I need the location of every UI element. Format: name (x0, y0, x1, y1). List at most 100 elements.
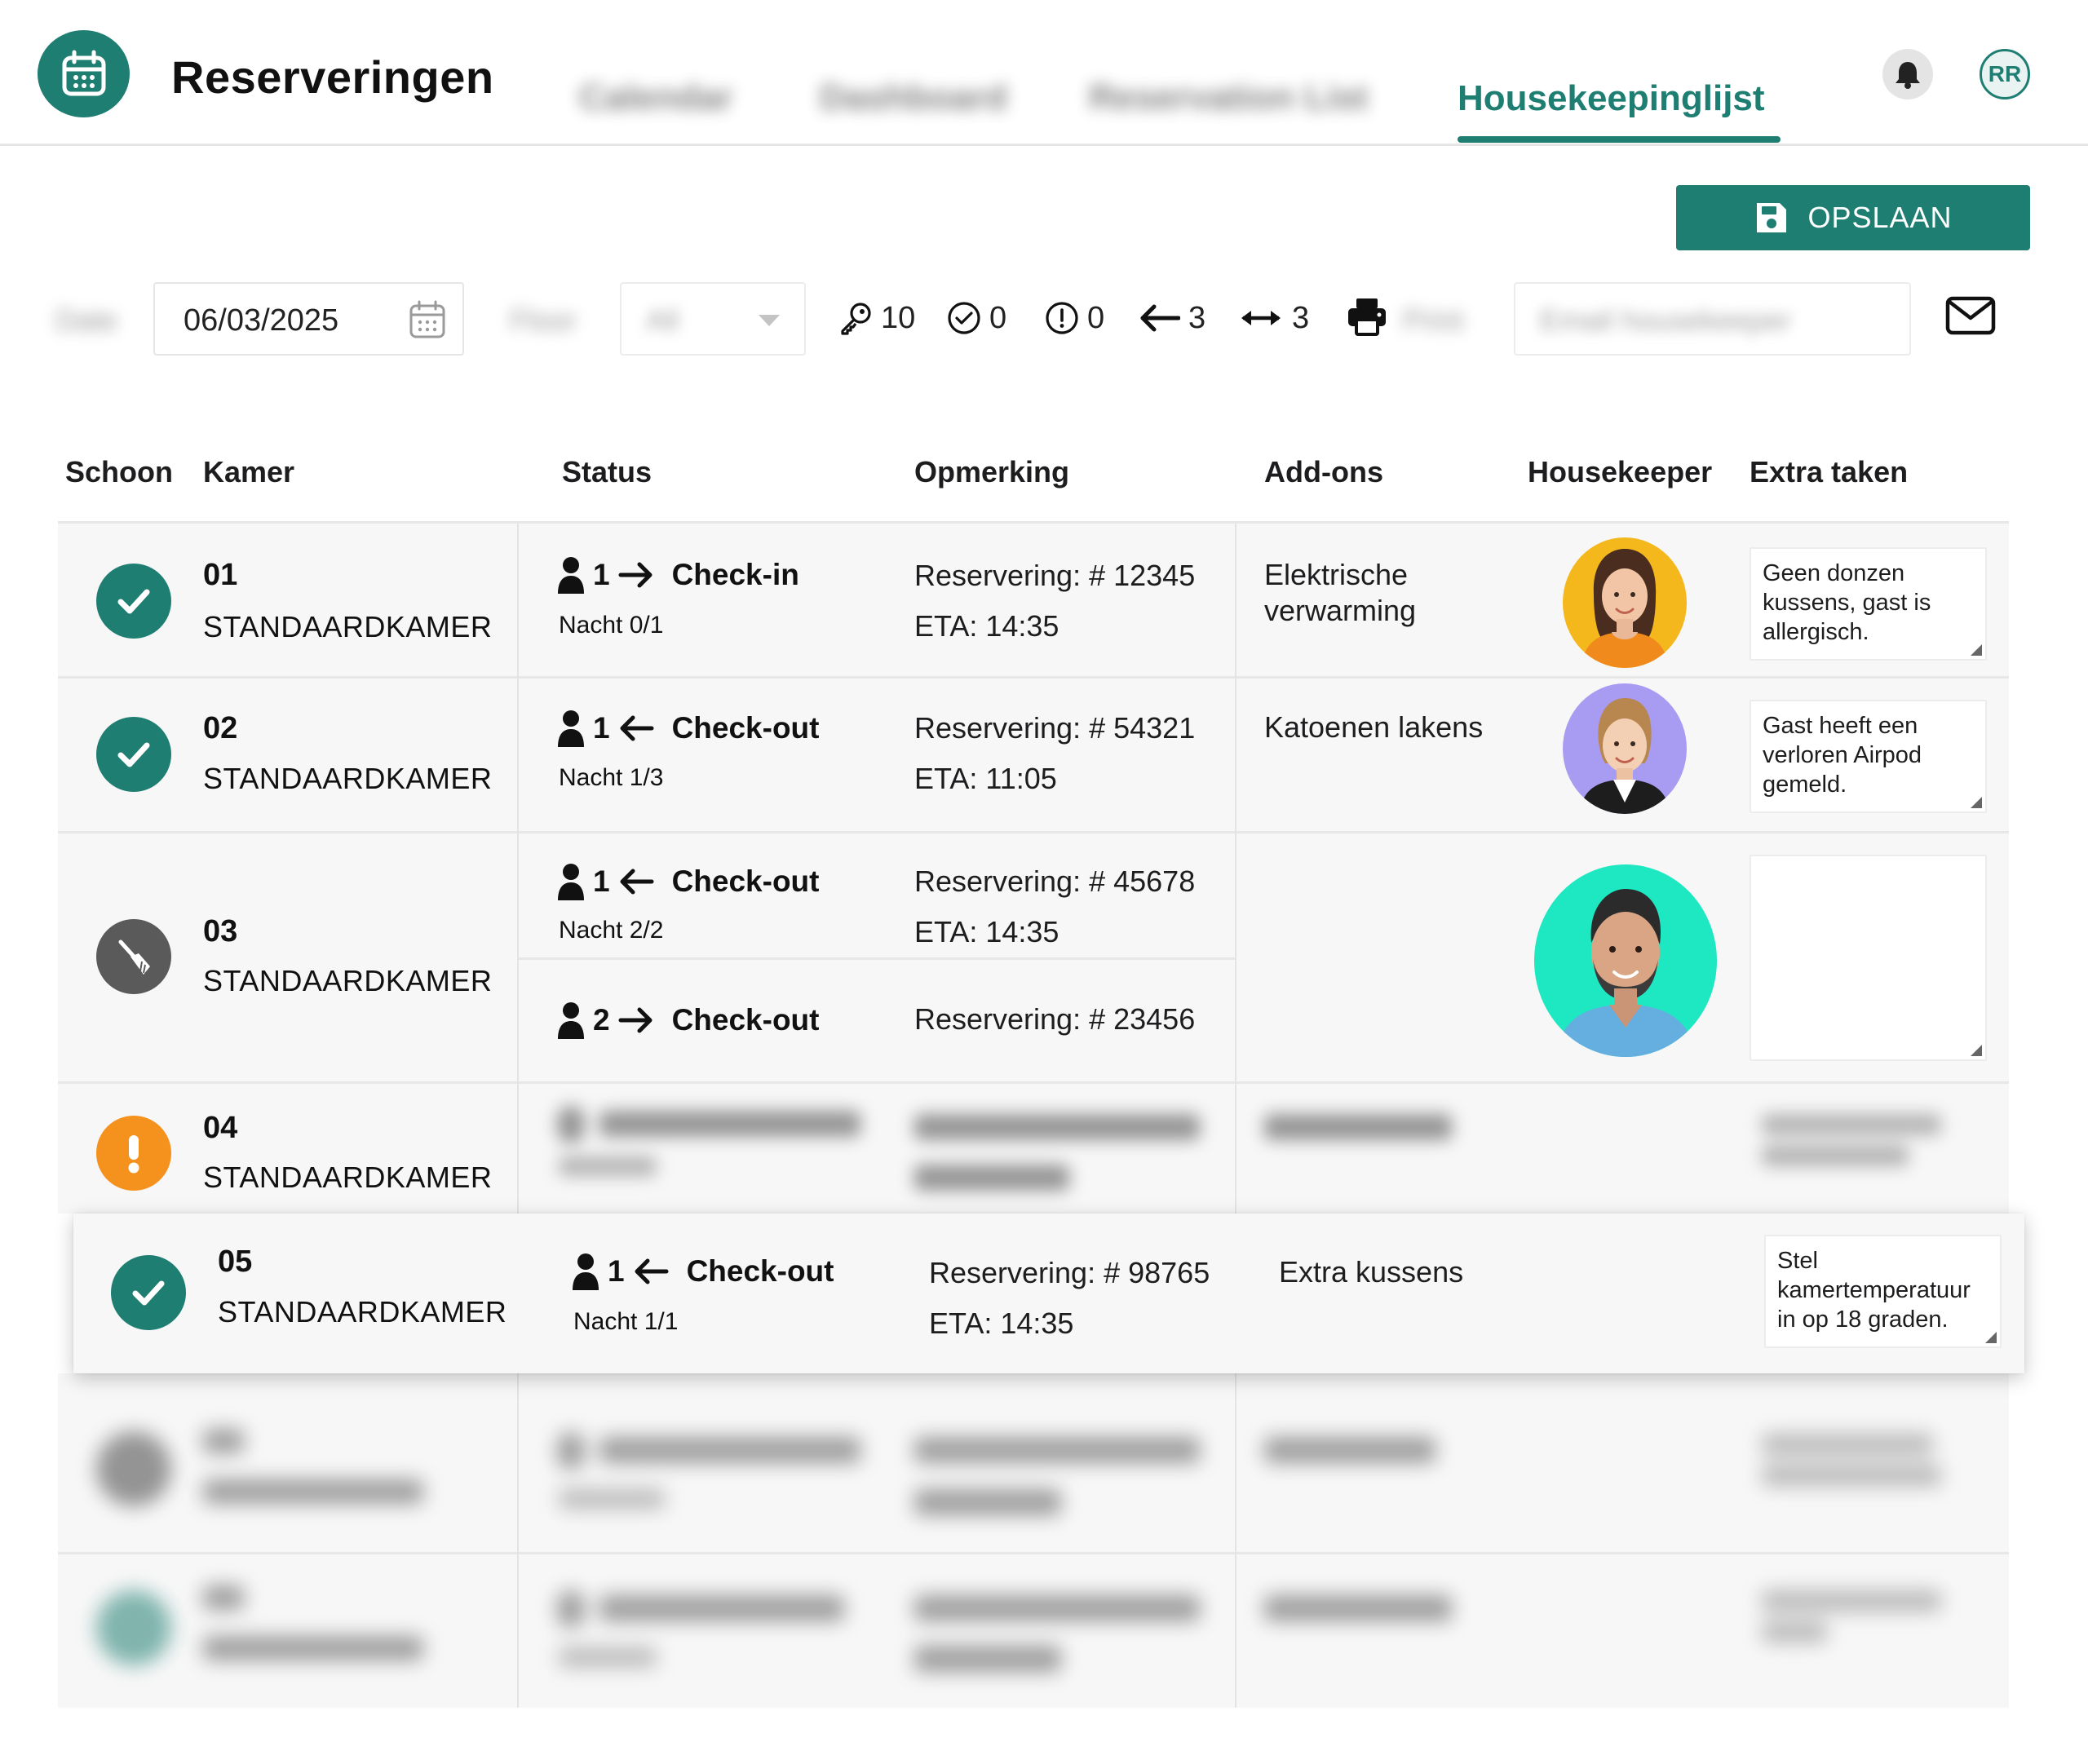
arrow-left-icon (1140, 304, 1180, 332)
obscured-text (1762, 1145, 1909, 1166)
extra-task-text: Stel kamertemperatuur in op 18 graden. (1777, 1248, 1971, 1333)
clean-check-icon[interactable] (96, 717, 171, 792)
exclamation-icon[interactable] (96, 1116, 171, 1191)
extra-task-field[interactable]: Stel kamertemperatuur in op 18 graden. (1764, 1235, 2002, 1348)
save-button[interactable]: OPSLAAN (1676, 185, 2030, 250)
extra-task-field[interactable]: Gast heeft een verloren Airpod gemeld. (1750, 700, 1987, 813)
room-type: STANDAARDKAMER (203, 1161, 493, 1194)
obscured-text (1264, 1437, 1436, 1463)
person-icon (558, 864, 584, 900)
print-label[interactable]: Print (1403, 303, 1463, 338)
extra-task-field[interactable] (1750, 855, 1987, 1061)
column-divider (517, 524, 519, 1708)
status-circle-icon (96, 1431, 171, 1506)
floor-select[interactable]: All (620, 282, 806, 356)
date-field[interactable]: 06/03/2025 (153, 282, 464, 356)
status-label: Check-out (671, 1003, 820, 1037)
extra-task-field[interactable]: Geen donzen kussens, gast is allergisch. (1750, 547, 1987, 661)
obscured-text (1264, 1114, 1452, 1140)
table-divider (519, 957, 1235, 960)
eta: ETA: 14:35 (929, 1306, 1074, 1340)
keys-count: 10 (881, 300, 916, 335)
room-type: STANDAARDKAMER (203, 964, 493, 997)
housekeeper-avatar[interactable] (1563, 683, 1687, 814)
resize-handle-icon[interactable] (1971, 797, 1982, 808)
obscured-text (559, 1647, 657, 1667)
obscured-text (914, 1646, 1061, 1672)
table-divider (58, 831, 2009, 833)
guest-count: 1 (608, 1254, 625, 1288)
extra-task-text: Gast heeft een verloren Airpod gemeld. (1763, 713, 1922, 798)
resize-handle-icon[interactable] (1985, 1332, 1997, 1343)
stayovers-stat: 3 (1238, 298, 1309, 338)
eta: ETA: 11:05 (914, 762, 1057, 795)
room-type: STANDAARDKAMER (218, 1295, 507, 1329)
clean-stat: 0 (947, 298, 1006, 338)
person-icon (573, 1253, 599, 1290)
obscured-text (599, 1111, 860, 1137)
addons: Extra kussens (1279, 1255, 1464, 1289)
table-row-05[interactable]: 05 STANDAARDKAMER 1 Check-out Nacht 1/1 … (73, 1214, 2024, 1373)
printer-icon[interactable] (1346, 295, 1388, 342)
chevron-down-icon (759, 315, 780, 326)
bell-icon[interactable] (1882, 49, 1933, 99)
envelope-icon[interactable] (1945, 295, 1996, 340)
email-housekeeper-input[interactable]: Email housekeeper (1514, 282, 1911, 356)
tab-calendar[interactable]: Calendar (579, 77, 732, 118)
arrow-left-icon (620, 869, 654, 895)
reservation-number: Reservering: # 45678 (914, 864, 1196, 898)
obscured-text (914, 1165, 1069, 1191)
table-divider (58, 1552, 2009, 1554)
alerts-count: 0 (1087, 300, 1105, 335)
obscured-text (1264, 1595, 1452, 1621)
status-label: Check-out (671, 864, 820, 898)
reservation-number: Reservering: # 23456 (914, 1002, 1196, 1036)
status-line: 1 Check-in (557, 556, 799, 594)
check-circle-icon (948, 302, 980, 334)
app-title: Reserveringen (171, 51, 494, 103)
housekeeper-avatar[interactable] (1563, 537, 1687, 668)
arrow-left-icon (635, 1258, 669, 1284)
eta: ETA: 14:35 (914, 609, 1059, 643)
header-clean: Schoon (65, 455, 173, 489)
header-remark: Opmerking (914, 455, 1070, 489)
table-divider (58, 521, 2009, 524)
guest-count: 1 (593, 864, 610, 898)
guest-count: 2 (593, 1003, 610, 1037)
resize-handle-icon[interactable] (1971, 1045, 1982, 1056)
tab-housekeepinglijst[interactable]: Housekeepinglijst (1458, 78, 1765, 119)
user-avatar[interactable]: RR (1980, 49, 2030, 99)
checkouts-stat: 3 (1138, 298, 1205, 338)
room-number: 05 (218, 1245, 253, 1279)
obscured-text (1762, 1114, 1941, 1135)
obscured-text (914, 1437, 1200, 1463)
active-tab-indicator (1458, 136, 1781, 143)
calendar-icon[interactable] (38, 30, 130, 117)
night-count: Nacht 2/2 (559, 917, 664, 944)
night-count: Nacht 0/1 (559, 612, 664, 639)
resize-handle-icon[interactable] (1971, 644, 1982, 656)
column-divider (1235, 524, 1236, 1708)
housekeeper-avatar[interactable] (1534, 864, 1717, 1057)
obscured-text (559, 1489, 665, 1509)
room-type: STANDAARDKAMER (203, 610, 493, 643)
arrow-right-icon (618, 562, 652, 588)
obscured-text (203, 1636, 423, 1660)
clean-check-icon[interactable] (96, 564, 171, 639)
broom-icon[interactable] (96, 919, 171, 994)
keys-stat: 10 (838, 298, 915, 338)
email-placeholder: Email housekeeper (1540, 303, 1792, 337)
tab-reservation-list[interactable]: Reservation List (1089, 77, 1368, 118)
tab-dashboard[interactable]: Dashboard (820, 77, 1007, 118)
guest-count: 1 (593, 558, 610, 591)
addons: Elektrische verwarming (1264, 558, 1417, 627)
clean-check-icon[interactable] (111, 1255, 186, 1330)
top-bar: Reserveringen Calendar Dashboard Reserva… (0, 0, 2088, 146)
room-number: 04 (203, 1111, 238, 1145)
extra-task-text: Geen donzen kussens, gast is allergisch. (1763, 560, 1931, 645)
obscured-text (1762, 1434, 1933, 1455)
status-circle-icon (96, 1590, 171, 1665)
calendar-icon[interactable] (409, 300, 446, 343)
obscured-text (599, 1437, 860, 1463)
date-label: Date (55, 303, 118, 337)
